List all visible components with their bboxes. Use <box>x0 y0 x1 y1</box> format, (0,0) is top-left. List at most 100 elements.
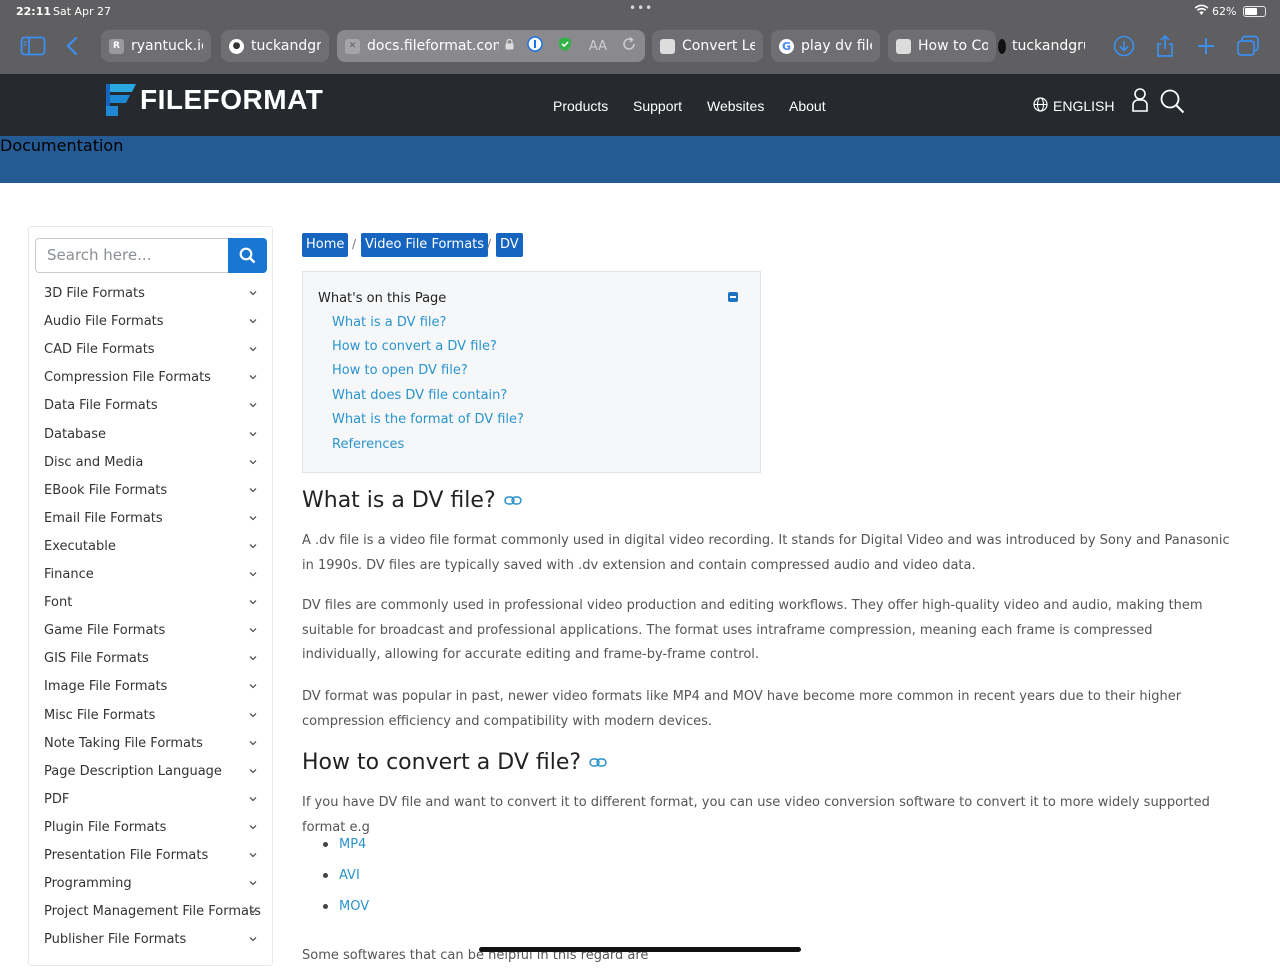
chevron-down-icon[interactable] <box>248 736 258 751</box>
toc-title: What's on this Page <box>318 291 447 306</box>
chevron-down-icon[interactable] <box>248 623 258 638</box>
sidebar-item[interactable]: Programming <box>44 876 264 896</box>
chevron-down-icon[interactable] <box>248 286 258 301</box>
browser-tab[interactable]: tuckandgrul <box>996 30 1093 62</box>
chevron-down-icon[interactable] <box>248 370 258 385</box>
shield-icon[interactable] <box>557 36 573 56</box>
sidebar-item[interactable]: Image File Formats <box>44 679 264 699</box>
close-tab-icon[interactable]: ✕ <box>345 38 360 54</box>
toc-link[interactable]: References <box>332 437 404 452</box>
browser-tab-active[interactable]: ✕ docs.fileformat.com AA <box>337 30 645 62</box>
reload-icon[interactable] <box>621 36 637 56</box>
chevron-down-icon[interactable] <box>248 398 258 413</box>
chevron-down-icon[interactable] <box>248 651 258 666</box>
sidebar-item[interactable]: GIS File Formats <box>44 651 264 671</box>
chevron-down-icon[interactable] <box>248 483 258 498</box>
sidebar-item[interactable]: Misc File Formats <box>44 708 264 728</box>
chevron-down-icon[interactable] <box>248 792 258 807</box>
toc-link[interactable]: What is a DV file? <box>332 315 446 330</box>
chevron-down-icon[interactable] <box>248 567 258 582</box>
chevron-down-icon[interactable] <box>248 848 258 863</box>
sidebar-item[interactable]: Data File Formats <box>44 398 264 418</box>
sidebar-item[interactable]: Page Description Language <box>44 764 264 784</box>
nav-support[interactable]: Support <box>633 98 682 114</box>
sidebar-item[interactable]: Presentation File Formats <box>44 848 264 868</box>
sidebar-item[interactable]: EBook File Formats <box>44 483 264 503</box>
user-icon[interactable] <box>1131 88 1149 116</box>
nav-websites[interactable]: Websites <box>707 98 764 114</box>
sidebar-item[interactable]: Project Management File Formats <box>44 904 264 924</box>
battery-percent: 62% <box>1212 5 1237 18</box>
downloads-icon[interactable] <box>1110 32 1138 60</box>
search-button[interactable] <box>228 238 267 273</box>
reader-text-size-icon[interactable]: AA <box>589 39 607 54</box>
toc-collapse-icon[interactable] <box>728 292 738 302</box>
sidebar-item[interactable]: Email File Formats <box>44 511 264 531</box>
chevron-down-icon[interactable] <box>248 595 258 610</box>
chevron-down-icon[interactable] <box>248 511 258 526</box>
chevron-down-icon[interactable] <box>248 708 258 723</box>
language-selector[interactable]: ENGLISH <box>1033 97 1114 115</box>
page-title: Documentation <box>0 136 124 155</box>
breadcrumb-home[interactable]: Home <box>302 233 349 257</box>
breadcrumb-video-file-formats[interactable]: Video File Formats <box>361 233 489 257</box>
chevron-down-icon[interactable] <box>248 679 258 694</box>
chevron-down-icon[interactable] <box>248 455 258 470</box>
browser-tab[interactable]: G play dv file l <box>771 30 880 62</box>
browser-tab[interactable]: ● tuckandgrul <box>221 30 329 62</box>
chevron-down-icon[interactable] <box>248 314 258 329</box>
sidebar-item[interactable]: Note Taking File Formats <box>44 736 264 756</box>
site-logo[interactable]: FILEFORMAT <box>106 84 323 116</box>
tab-overview-icon[interactable] <box>1234 32 1262 60</box>
sidebar-item[interactable]: Font <box>44 595 264 615</box>
nav-products[interactable]: Products <box>553 98 608 114</box>
format-link-avi[interactable]: AVI <box>339 868 360 883</box>
chevron-down-icon[interactable] <box>248 904 258 919</box>
chevron-down-icon[interactable] <box>248 932 258 947</box>
search-icon[interactable] <box>1160 89 1185 118</box>
sidebar-item[interactable]: Finance <box>44 567 264 587</box>
browser-tab[interactable]: How to Con <box>888 30 996 62</box>
sidebar-item-label: Email File Formats <box>44 510 163 526</box>
sidebar-toggle-icon[interactable] <box>19 32 47 60</box>
sidebar-item[interactable]: 3D File Formats <box>44 286 264 306</box>
new-tab-icon[interactable] <box>1192 32 1220 60</box>
chevron-down-icon[interactable] <box>248 342 258 357</box>
password-manager-icon[interactable] <box>527 36 543 56</box>
chevron-down-icon[interactable] <box>248 427 258 442</box>
sidebar-item[interactable]: Publisher File Formats <box>44 932 264 952</box>
sidebar-item[interactable]: CAD File Formats <box>44 342 264 362</box>
browser-tab[interactable]: R ryantuck.io <box>101 30 211 62</box>
sidebar-item[interactable]: Database <box>44 427 264 447</box>
chevron-down-icon[interactable] <box>248 539 258 554</box>
sidebar-item[interactable]: Audio File Formats <box>44 314 264 334</box>
toc-link[interactable]: What is the format of DV file? <box>332 412 524 427</box>
browser-tab[interactable]: Convert Leg <box>652 30 763 62</box>
sidebar-item[interactable]: Compression File Formats <box>44 370 264 390</box>
chevron-down-icon[interactable] <box>248 820 258 835</box>
sidebar-item[interactable]: PDF <box>44 792 264 812</box>
nav-about[interactable]: About <box>789 98 826 114</box>
chevron-down-icon[interactable] <box>248 764 258 779</box>
sidebar-item[interactable]: Disc and Media <box>44 455 264 475</box>
toc-link[interactable]: How to convert a DV file? <box>332 339 497 354</box>
anchor-link-icon[interactable] <box>589 750 607 775</box>
back-icon[interactable] <box>58 32 86 60</box>
format-link-mp4[interactable]: MP4 <box>339 837 366 852</box>
url-text[interactable]: docs.fileformat.com <box>367 38 499 54</box>
home-indicator[interactable] <box>479 947 801 952</box>
anchor-link-icon[interactable] <box>503 488 522 513</box>
toc-link[interactable]: How to open DV file? <box>332 363 468 378</box>
share-icon[interactable] <box>1151 32 1179 60</box>
sidebar-item[interactable]: Executable <box>44 539 264 559</box>
breadcrumb-dv[interactable]: DV <box>496 233 523 257</box>
toc-link[interactable]: What does DV file contain? <box>332 388 507 403</box>
sidebar-item[interactable]: Plugin File Formats <box>44 820 264 840</box>
multitask-dots-icon[interactable]: ••• <box>629 1 653 15</box>
format-link-mov[interactable]: MOV <box>339 899 369 914</box>
chevron-down-icon[interactable] <box>248 876 258 891</box>
sidebar-item-label: 3D File Formats <box>44 286 145 301</box>
wifi-icon <box>1194 4 1209 19</box>
sidebar-item[interactable]: Game File Formats <box>44 623 264 643</box>
search-input[interactable]: Search here... <box>35 238 228 273</box>
